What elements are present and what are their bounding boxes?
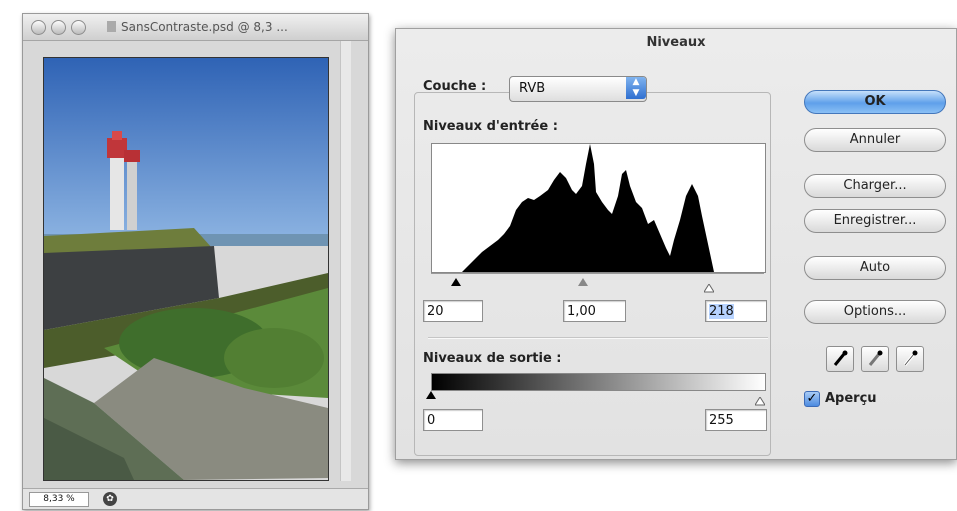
- output-white-field[interactable]: 255: [705, 409, 767, 431]
- checkbox-check-icon: ✓: [806, 391, 818, 406]
- output-black-slider[interactable]: [426, 391, 436, 399]
- save-button[interactable]: Enregistrer...: [804, 209, 946, 233]
- levels-dialog: Niveaux Couche : RVB ▲ ▼ Niveaux d'entrée…: [395, 28, 957, 460]
- output-gradient-bar: [431, 373, 766, 391]
- input-black-slider[interactable]: [451, 278, 461, 286]
- document-title-text: SansContraste.psd @ 8,3 ...: [121, 20, 288, 34]
- output-levels-label: Niveaux de sortie :: [423, 351, 562, 366]
- select-arrows-icon: ▲ ▼: [626, 77, 646, 99]
- document-vertical-scrollbar[interactable]: [340, 41, 351, 481]
- channel-select[interactable]: RVB ▲ ▼: [509, 76, 647, 102]
- load-button[interactable]: Charger...: [804, 174, 946, 198]
- eyedropper-black-glyph: [833, 350, 848, 366]
- zoom-window-button[interactable]: [71, 20, 86, 35]
- input-slider-track: [431, 273, 764, 274]
- document-window: SansContraste.psd @ 8,3 ... 8,33 % ✿: [22, 13, 369, 510]
- input-black-field[interactable]: 20: [423, 300, 483, 322]
- minimize-window-button[interactable]: [51, 20, 66, 35]
- input-gamma-field[interactable]: 1,00: [563, 300, 626, 322]
- eyedropper-white-glyph: [903, 350, 918, 366]
- input-white-slider[interactable]: [703, 278, 715, 293]
- ok-button[interactable]: OK: [804, 90, 946, 114]
- channel-select-value: RVB: [519, 81, 546, 96]
- preview-label[interactable]: Aperçu: [825, 391, 877, 406]
- lighthouse-photo: [44, 58, 328, 480]
- output-white-slider-shape: [754, 396, 766, 406]
- histogram-graph: [462, 144, 714, 272]
- input-white-field[interactable]: 218: [705, 300, 767, 322]
- eyedropper-black-icon[interactable]: [826, 346, 854, 372]
- white-slider-shape: [703, 283, 715, 293]
- input-gamma-slider[interactable]: [578, 278, 588, 286]
- input-white-value: 218: [709, 304, 734, 319]
- input-levels-label: Niveaux d'entrée :: [423, 119, 558, 134]
- auto-button[interactable]: Auto: [804, 256, 946, 280]
- document-title: SansContraste.psd @ 8,3 ...: [107, 20, 288, 34]
- eyedropper-gray-glyph: [868, 350, 883, 366]
- eyedropper-white-icon[interactable]: [896, 346, 924, 372]
- dialog-title: Niveaux: [646, 35, 706, 50]
- preview-checkbox[interactable]: ✓: [804, 391, 820, 407]
- options-button[interactable]: Options...: [804, 300, 946, 324]
- status-info-icon[interactable]: ✿: [103, 492, 117, 506]
- file-icon: [107, 21, 116, 32]
- document-canvas[interactable]: [43, 57, 329, 481]
- channel-label: Couche :: [423, 79, 487, 94]
- section-divider: [428, 337, 768, 339]
- output-white-slider[interactable]: [754, 391, 766, 406]
- document-statusbar: 8,33 % ✿: [23, 488, 368, 509]
- output-black-field[interactable]: 0: [423, 409, 483, 431]
- cancel-button[interactable]: Annuler: [804, 128, 946, 152]
- histogram: [431, 143, 766, 273]
- close-window-button[interactable]: [31, 20, 46, 35]
- document-titlebar[interactable]: SansContraste.psd @ 8,3 ...: [23, 14, 368, 41]
- eyedropper-gray-icon[interactable]: [861, 346, 889, 372]
- zoom-field[interactable]: 8,33 %: [29, 492, 89, 507]
